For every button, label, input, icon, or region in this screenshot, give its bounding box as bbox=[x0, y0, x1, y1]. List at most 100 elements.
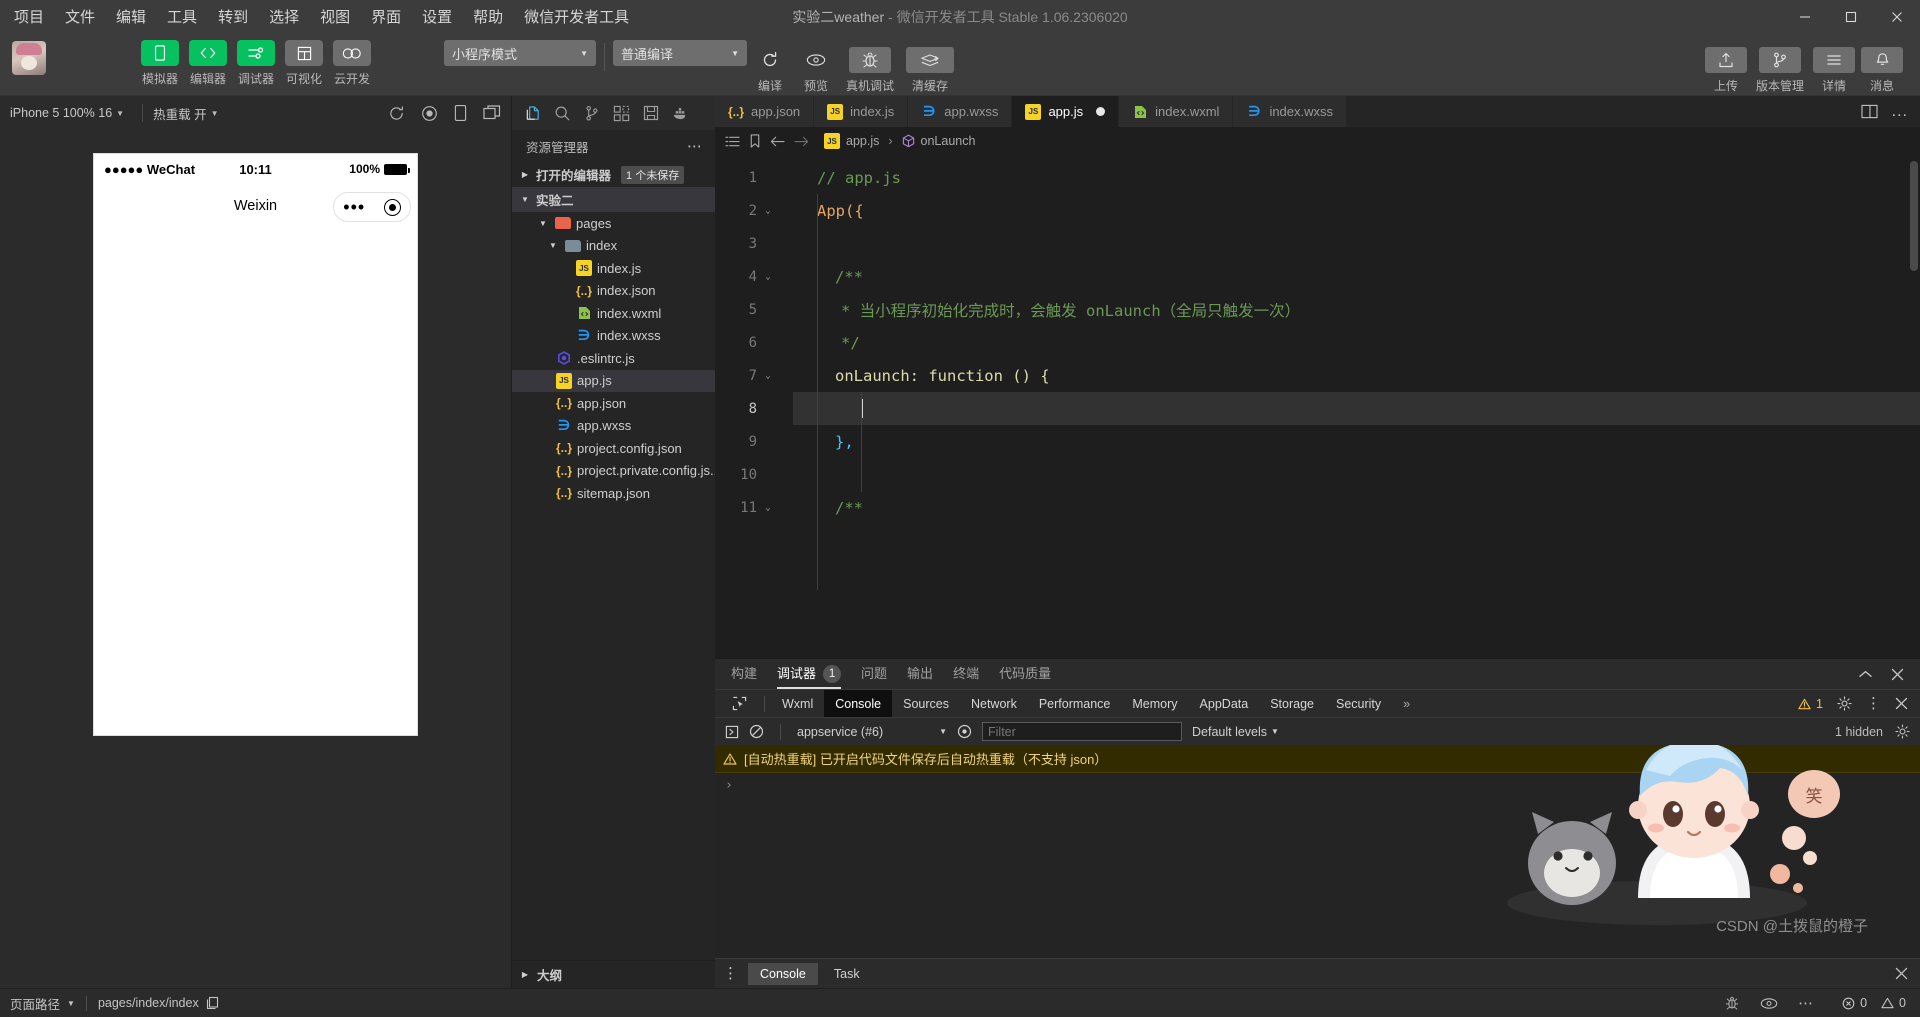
console-context-select[interactable]: appservice (#6) ▼ bbox=[797, 725, 947, 739]
devtools-tab-problems[interactable]: 问题 bbox=[861, 659, 887, 689]
fold-toggle[interactable]: ⌄ bbox=[757, 503, 779, 513]
record-icon[interactable] bbox=[421, 105, 438, 122]
tree-item-index-wxml[interactable]: index.wxml bbox=[512, 302, 715, 325]
toolbar-messages[interactable]: 消息 bbox=[1858, 33, 1906, 94]
menu-item-select[interactable]: 选择 bbox=[267, 3, 301, 30]
console-levels-select[interactable]: Default levels ▼ bbox=[1192, 725, 1279, 739]
phone-page-body[interactable] bbox=[94, 228, 417, 735]
menu-item-devtools[interactable]: 微信开发者工具 bbox=[522, 3, 631, 30]
device-select[interactable]: iPhone 5 100% 16 ▼ bbox=[10, 106, 132, 120]
bookmark-icon[interactable] bbox=[749, 134, 761, 148]
status-diagnostics[interactable]: 0 0 bbox=[1828, 996, 1920, 1010]
tree-item-app-wxss[interactable]: ∋ app.wxss bbox=[512, 415, 715, 438]
compile-select[interactable]: 普通编译 ▼ bbox=[613, 40, 747, 66]
mode-select[interactable]: 小程序模式 ▼ bbox=[444, 40, 596, 66]
fold-toggle[interactable]: ⌄ bbox=[757, 371, 779, 381]
editor-scrollbar[interactable] bbox=[1908, 155, 1920, 658]
toolbar-debugger[interactable]: 调试器 bbox=[232, 33, 280, 87]
cdt-tab-wxml[interactable]: Wxml bbox=[771, 690, 824, 718]
code-line-current[interactable] bbox=[793, 392, 1920, 425]
editor-scrollbar-thumb[interactable] bbox=[1910, 161, 1918, 271]
toolbar-cloud[interactable]: 云开发 bbox=[328, 33, 376, 87]
console-eye-icon[interactable] bbox=[957, 724, 972, 739]
devtools-tab-code-quality[interactable]: 代码质量 bbox=[999, 659, 1051, 689]
editor-tab-index-wxss[interactable]: ∋ index.wxss bbox=[1233, 96, 1348, 127]
warning-count[interactable]: 1 bbox=[1798, 697, 1823, 711]
section-outline[interactable]: ▶ 大纲 bbox=[512, 960, 715, 988]
chevron-down-icon[interactable]: ▼ bbox=[67, 999, 75, 1008]
arrow-right-icon[interactable] bbox=[794, 135, 809, 148]
fold-toggle[interactable]: ⌄ bbox=[757, 272, 779, 282]
breadcrumb-file[interactable]: app.js bbox=[846, 134, 879, 148]
kebab-icon[interactable]: ⋮ bbox=[1866, 696, 1881, 711]
editor-tab-index-wxml[interactable]: index.wxml bbox=[1119, 96, 1234, 127]
tree-item-eslintrc[interactable]: .eslintrc.js bbox=[512, 347, 715, 370]
editor-tab-app-json[interactable]: {..} app.json bbox=[715, 96, 815, 127]
minimize-button[interactable] bbox=[1782, 0, 1828, 33]
tree-item-project-private-config[interactable]: {..} project.private.config.js... bbox=[512, 460, 715, 483]
avatar[interactable] bbox=[12, 41, 46, 75]
editor-tab-app-wxss[interactable]: ∋ app.wxss bbox=[908, 96, 1013, 127]
collapse-icon[interactable] bbox=[1858, 669, 1873, 680]
code-editor[interactable]: 1 2 ⌄ 3 4 ⌄ 5 6 7 ⌄ 8 9 10 11 ⌄ // app.js bbox=[715, 155, 1920, 658]
hotreload-select[interactable]: 热重载 开 ▼ bbox=[153, 104, 226, 123]
tree-item-index-wxss[interactable]: ∋ index.wxss bbox=[512, 325, 715, 348]
cdt-tab-performance[interactable]: Performance bbox=[1028, 690, 1122, 718]
menu-item-help[interactable]: 帮助 bbox=[471, 3, 505, 30]
menu-item-settings[interactable]: 设置 bbox=[420, 3, 454, 30]
menu-item-project[interactable]: 项目 bbox=[12, 3, 46, 30]
list-icon[interactable] bbox=[725, 135, 740, 148]
tree-item-index-json[interactable]: {..} index.json bbox=[512, 280, 715, 303]
devtools-close-icon[interactable] bbox=[1895, 697, 1908, 710]
status-page-path-label[interactable]: 页面路径 bbox=[10, 994, 60, 1013]
more-dots-icon[interactable]: ••• bbox=[343, 198, 365, 216]
console-filter-input[interactable] bbox=[982, 722, 1182, 741]
close-icon[interactable] bbox=[1891, 668, 1904, 681]
status-warnings[interactable]: 0 bbox=[1881, 996, 1906, 1010]
footer-tab-console[interactable]: Console bbox=[748, 962, 818, 985]
menu-item-view[interactable]: 视图 bbox=[318, 3, 352, 30]
devtools-tab-build[interactable]: 构建 bbox=[731, 659, 757, 689]
menu-item-edit[interactable]: 编辑 bbox=[114, 3, 148, 30]
more-icon[interactable]: ⋯ bbox=[687, 137, 709, 155]
editor-tab-index-js[interactable]: JS index.js bbox=[814, 96, 909, 127]
code-lines[interactable]: // app.js App({ /** * 当小程序初始化完成时，会触发 onL… bbox=[793, 155, 1920, 658]
footer-kebab-icon[interactable]: ⋮ bbox=[723, 966, 744, 981]
toolbar-preview[interactable]: 预览 bbox=[793, 33, 839, 94]
toolbar-clear-cache[interactable]: 清缓存 bbox=[901, 33, 959, 94]
source-control-icon[interactable] bbox=[584, 105, 600, 122]
inspect-element-icon[interactable] bbox=[721, 690, 758, 718]
footer-tab-task[interactable]: Task bbox=[822, 963, 872, 985]
console-message[interactable]: [自动热重载] 已开启代码文件保存后自动热重载（不支持 json） bbox=[715, 745, 1920, 773]
cdt-tab-memory[interactable]: Memory bbox=[1121, 690, 1188, 718]
footer-close-button[interactable] bbox=[1895, 967, 1920, 980]
toolbar-simulator[interactable]: 模拟器 bbox=[136, 33, 184, 87]
run-icon[interactable] bbox=[725, 725, 739, 739]
bug-icon[interactable] bbox=[1724, 995, 1740, 1011]
status-errors[interactable]: 0 bbox=[1842, 996, 1867, 1010]
toolbar-upload[interactable]: 上传 bbox=[1702, 33, 1750, 94]
tree-item-project-config[interactable]: {..} project.config.json bbox=[512, 437, 715, 460]
gear-icon[interactable] bbox=[1837, 696, 1852, 711]
breadcrumb-symbol[interactable]: onLaunch bbox=[921, 134, 976, 148]
cdt-tab-sources[interactable]: Sources bbox=[892, 690, 960, 718]
phone-capsule[interactable]: ••• bbox=[333, 192, 411, 222]
menu-item-ui[interactable]: 界面 bbox=[369, 3, 403, 30]
editor-tab-app-js[interactable]: JS app.js bbox=[1012, 96, 1120, 127]
devtools-tab-output[interactable]: 输出 bbox=[907, 659, 933, 689]
console-prompt[interactable]: › bbox=[715, 773, 1920, 798]
console-settings-gear-icon[interactable] bbox=[1895, 724, 1910, 739]
tree-item-index-js[interactable]: JS index.js bbox=[512, 257, 715, 280]
rotate-icon[interactable] bbox=[388, 105, 405, 122]
tree-item-sitemap-json[interactable]: {..} sitemap.json bbox=[512, 482, 715, 505]
tree-item-pages[interactable]: ▼ pages bbox=[512, 212, 715, 235]
toolbar-editor[interactable]: 编辑器 bbox=[184, 33, 232, 87]
eye-icon[interactable] bbox=[1760, 997, 1778, 1010]
split-editor-icon[interactable] bbox=[1861, 104, 1878, 119]
maximize-button[interactable] bbox=[1828, 0, 1874, 33]
cdt-tabs-overflow-icon[interactable]: » bbox=[1392, 690, 1421, 718]
tree-item-app-js[interactable]: JS app.js bbox=[512, 369, 715, 392]
chevron-right-icon[interactable]: ▶ bbox=[518, 170, 532, 179]
cdt-tab-storage[interactable]: Storage bbox=[1259, 690, 1325, 718]
arrow-left-icon[interactable] bbox=[770, 135, 785, 148]
